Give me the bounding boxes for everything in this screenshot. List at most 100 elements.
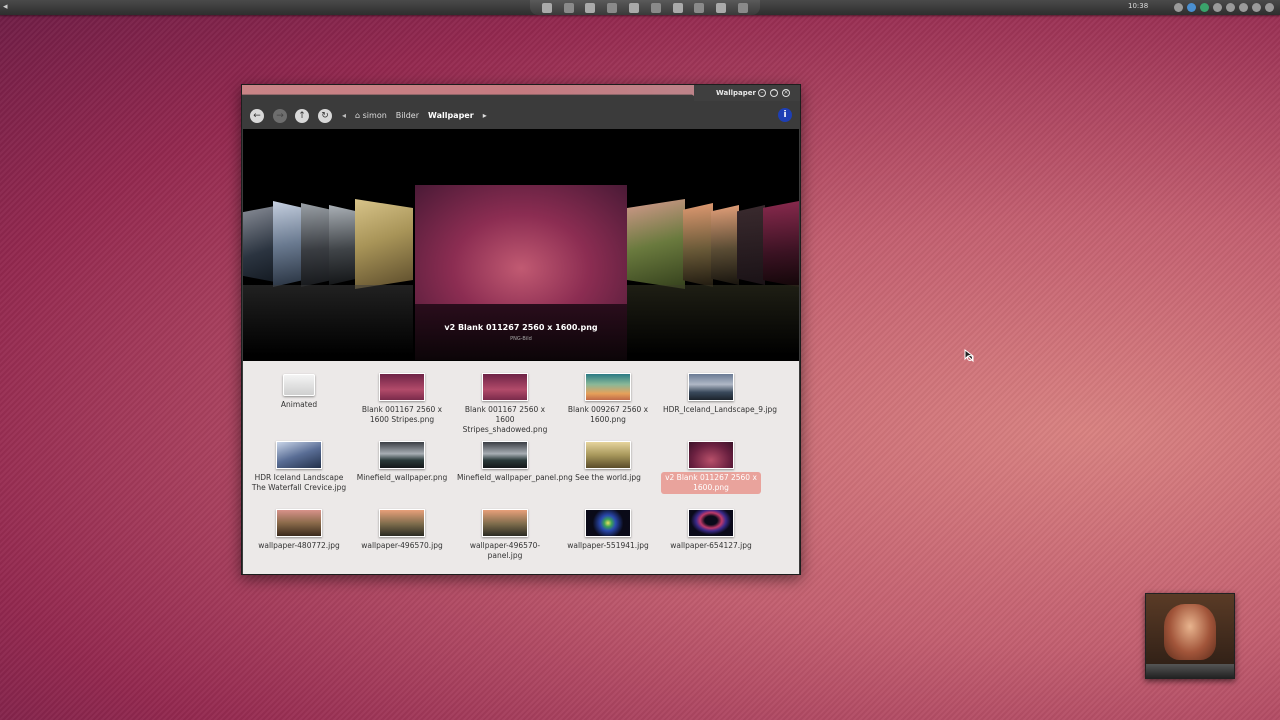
file-item[interactable]: Blank 009267 2560 x 1600.png: [558, 373, 658, 426]
image-thumbnail: [379, 441, 425, 469]
image-thumbnail: [688, 441, 734, 469]
forward-arrow-icon[interactable]: →: [273, 109, 287, 123]
menu-corner-icon[interactable]: ◂: [3, 2, 13, 12]
coverflow-cover[interactable]: [329, 205, 357, 285]
file-item-selected[interactable]: v2 Blank 011267 2560 x 1600.png: [661, 441, 761, 494]
maximize-icon[interactable]: [1252, 3, 1261, 12]
file-name: wallpaper-480772.jpg: [258, 541, 340, 550]
file-item[interactable]: Blank 001167 2560 x 1600 Stripes.png: [352, 373, 452, 426]
coverflow-cover[interactable]: [737, 205, 765, 285]
coverflow-cover[interactable]: [273, 201, 303, 287]
file-item[interactable]: Animated: [249, 374, 349, 411]
breadcrumb-left-arrow-icon[interactable]: ◂: [342, 111, 346, 120]
dropbox-icon[interactable]: [1187, 3, 1196, 12]
coverflow-cover[interactable]: [355, 199, 413, 289]
launcher-app-icon[interactable]: [650, 2, 661, 13]
maximize-button[interactable]: ^: [770, 89, 778, 97]
launcher-app-icon[interactable]: [672, 2, 683, 13]
playback-controls[interactable]: [1146, 664, 1234, 678]
breadcrumb-home[interactable]: ⌂ simon: [355, 111, 387, 120]
back-arrow-icon[interactable]: ←: [250, 109, 264, 123]
coverflow-cover[interactable]: [711, 205, 739, 285]
image-thumbnail: [379, 373, 425, 401]
launcher-app-icon[interactable]: [716, 2, 727, 13]
mail-icon[interactable]: [1226, 3, 1235, 12]
image-thumbnail: [482, 373, 528, 401]
file-manager-window: Wallpaper – ^ × ← → ↑ ↻ ◂ ⌂ simon Bilder…: [241, 84, 801, 575]
file-name: See the world.jpg: [575, 473, 641, 482]
clock[interactable]: 10:38: [1128, 2, 1148, 10]
file-name: wallpaper-654127.jpg: [670, 541, 752, 550]
file-item[interactable]: wallpaper-551941.jpg: [558, 509, 658, 552]
file-name: wallpaper-496570.jpg: [361, 541, 443, 550]
up-arrow-icon[interactable]: ↑: [295, 109, 309, 123]
breadcrumb-wallpaper[interactable]: Wallpaper: [428, 111, 474, 120]
breadcrumb-right-arrow-icon[interactable]: ▸: [483, 111, 487, 120]
file-name: Animated: [280, 400, 318, 409]
minimize-all-icon[interactable]: [1239, 3, 1248, 12]
file-name: Blank 001167 2560 x 1600 Stripes_shadowe…: [462, 405, 548, 434]
image-thumbnail: [379, 509, 425, 537]
file-name: HDR Iceland Landscape The Waterfall Crev…: [251, 473, 347, 492]
launcher-app-icon[interactable]: [607, 2, 618, 13]
close-button[interactable]: ×: [782, 89, 790, 97]
media-player-widget[interactable]: [1145, 593, 1235, 679]
minimize-button[interactable]: –: [758, 89, 766, 97]
image-thumbnail: [585, 373, 631, 401]
file-name: Blank 009267 2560 x 1600.png: [567, 405, 649, 424]
image-thumbnail: [276, 509, 322, 537]
coverflow-reflection: [243, 285, 413, 355]
window-title: Wallpaper: [716, 89, 756, 97]
file-item[interactable]: wallpaper-480772.jpg: [249, 509, 349, 552]
coverflow-current-reflection: [415, 304, 627, 360]
file-item[interactable]: wallpaper-496570.jpg: [352, 509, 452, 552]
file-item[interactable]: See the world.jpg: [558, 441, 658, 484]
top-panel: ◂ 10:38: [0, 0, 1280, 15]
coverflow-current-title: v2 Blank 011267 2560 x 1600.png: [444, 323, 598, 332]
coverflow-cover[interactable]: [683, 203, 713, 287]
launcher-app-icon[interactable]: [629, 2, 640, 13]
launcher-app-icon[interactable]: [541, 2, 552, 13]
coverflow-current-cover[interactable]: [415, 185, 627, 304]
info-icon[interactable]: i: [778, 108, 792, 122]
coverflow-current-type: PNG-Bild: [510, 336, 532, 342]
coverflow-view[interactable]: v2 Blank 011267 2560 x 1600.png PNG-Bild: [243, 129, 799, 361]
launcher-app-icon[interactable]: [694, 2, 705, 13]
status-icon[interactable]: [1200, 3, 1209, 12]
close-icon[interactable]: [1265, 3, 1274, 12]
breadcrumb-bilder[interactable]: Bilder: [396, 111, 419, 120]
launcher-app-icon[interactable]: [738, 2, 749, 13]
folder-icon: [283, 374, 315, 396]
file-name: Minefield_wallpaper_panel.png: [457, 473, 573, 482]
breadcrumb-label: simon: [362, 111, 387, 120]
volume-icon[interactable]: [1213, 3, 1222, 12]
file-item[interactable]: HDR Iceland Landscape The Waterfall Crev…: [249, 441, 349, 494]
image-thumbnail: [585, 441, 631, 469]
mouse-cursor-icon: [964, 349, 974, 363]
coverflow-cover[interactable]: [243, 206, 275, 282]
file-name: wallpaper-496570-panel.jpg: [469, 541, 541, 560]
launcher-app-icon[interactable]: [585, 2, 596, 13]
coverflow-cover[interactable]: [763, 201, 799, 287]
coverflow-cover[interactable]: [301, 203, 331, 287]
breadcrumb: ◂ ⌂ simon Bilder Wallpaper ▸: [342, 111, 487, 120]
file-name: Minefield_wallpaper.png: [356, 473, 448, 482]
coverflow-reflection: [627, 285, 799, 355]
file-item[interactable]: wallpaper-654127.jpg: [661, 509, 761, 552]
image-thumbnail: [585, 509, 631, 537]
file-item[interactable]: Blank 001167 2560 x 1600 Stripes_shadowe…: [455, 373, 555, 436]
file-item[interactable]: HDR_Iceland_Landscape_9.jpg: [661, 373, 777, 416]
system-tray: [1174, 0, 1274, 15]
image-thumbnail: [482, 509, 528, 537]
file-item[interactable]: wallpaper-496570-panel.jpg: [455, 509, 555, 562]
file-item[interactable]: Minefield_wallpaper.png: [352, 441, 452, 484]
reload-icon[interactable]: ↻: [318, 109, 332, 123]
launcher-app-icon[interactable]: [563, 2, 574, 13]
toolbar: ← → ↑ ↻ ◂ ⌂ simon Bilder Wallpaper ▸: [242, 101, 800, 129]
coverflow-cover[interactable]: [627, 199, 685, 289]
file-grid: Animated Blank 001167 2560 x 1600 Stripe…: [243, 361, 799, 574]
image-thumbnail: [688, 373, 734, 401]
file-name: wallpaper-551941.jpg: [567, 541, 649, 550]
file-item[interactable]: Minefield_wallpaper_panel.png: [455, 441, 573, 484]
network-icon[interactable]: [1174, 3, 1183, 12]
